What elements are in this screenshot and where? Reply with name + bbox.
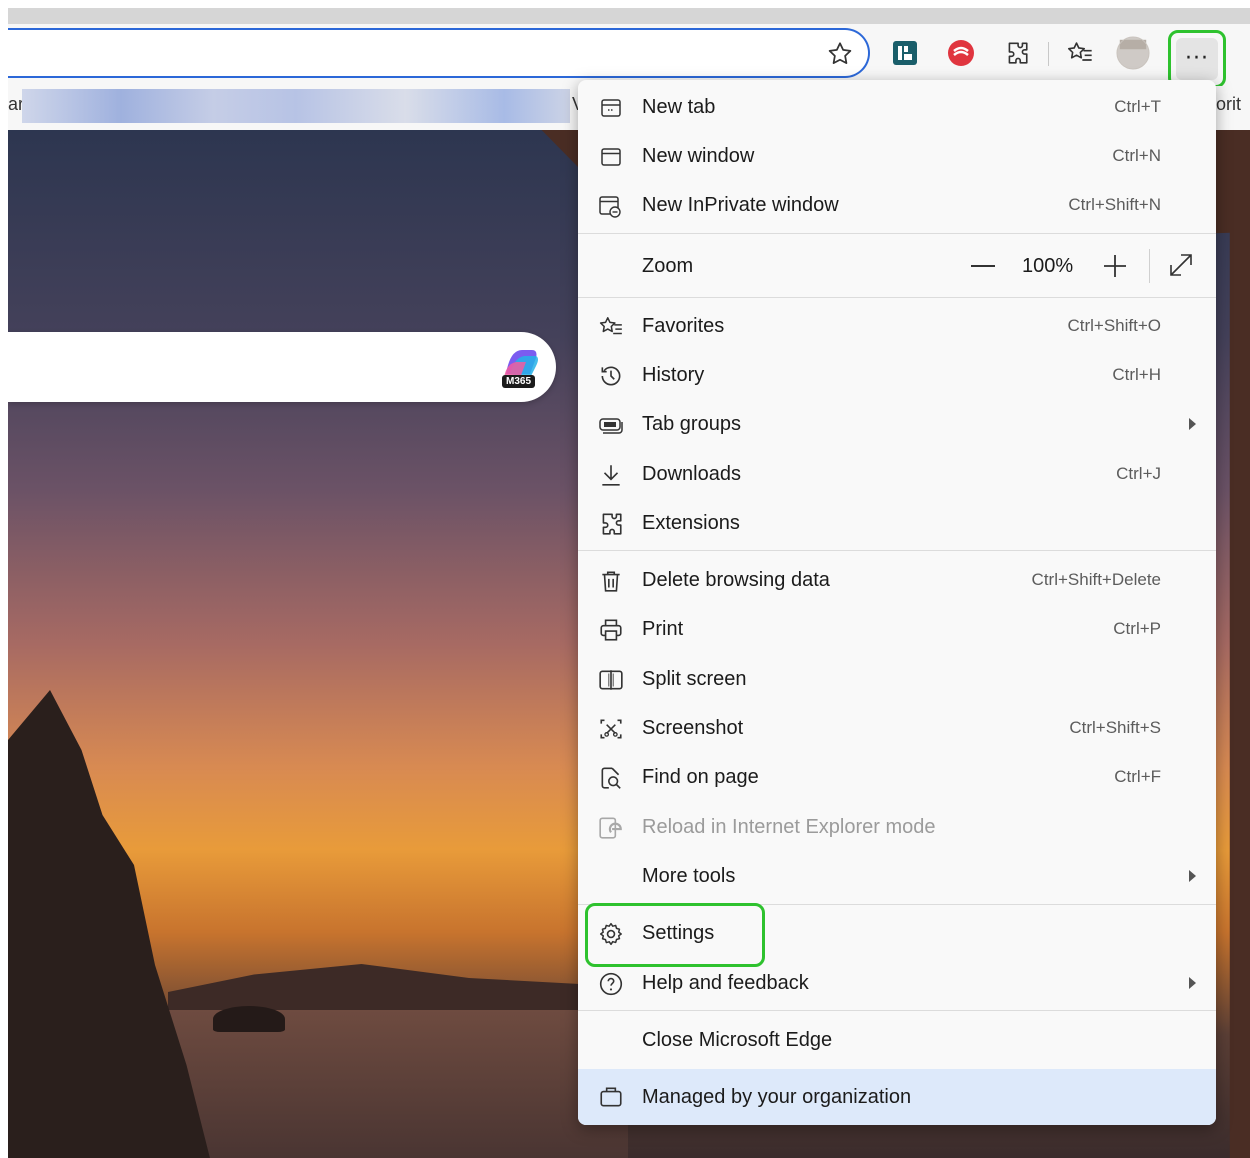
ie-mode-icon	[598, 815, 624, 841]
menu-item-find-on-page[interactable]: Find on page Ctrl+F	[578, 753, 1216, 801]
menu-item-label: Print	[642, 617, 684, 640]
menu-item-downloads[interactable]: Downloads Ctrl+J	[578, 450, 1216, 498]
history-icon	[598, 363, 624, 389]
menu-item-delete-browsing-data[interactable]: Delete browsing data Ctrl+Shift+Delete	[578, 556, 1216, 604]
help-icon	[598, 971, 624, 997]
menu-item-label: Reload in Internet Explorer mode	[642, 815, 936, 838]
favorites-icon	[598, 314, 624, 340]
menu-item-shortcut: Ctrl+T	[1114, 97, 1161, 116]
menu-item-label: New InPrivate window	[642, 193, 839, 216]
trash-icon	[598, 568, 624, 594]
tab-groups-icon	[598, 412, 624, 438]
more-icon[interactable]: ···	[1176, 38, 1218, 80]
zoom-label: Zoom	[642, 254, 694, 277]
menu-item-label: Favorites	[642, 314, 725, 337]
zoom-in-button[interactable]	[1102, 253, 1128, 279]
menu-item-label: Extensions	[642, 511, 740, 534]
menu-item-label: Screenshot	[642, 716, 744, 739]
cliff-silhouette	[8, 690, 218, 1158]
menu-item-managed-by-organization[interactable]: Managed by your organization	[578, 1069, 1216, 1125]
menu-item-more-tools[interactable]: More tools	[578, 852, 1216, 900]
m365-label: M365	[502, 375, 536, 388]
zoom-out-button[interactable]	[971, 265, 995, 267]
new-tab-icon	[598, 95, 624, 121]
extensions-icon	[598, 511, 624, 537]
menu-item-label: More tools	[642, 864, 736, 887]
extension-teal-icon[interactable]	[888, 36, 922, 70]
menu-item-shortcut: Ctrl+H	[1112, 365, 1161, 384]
address-bar[interactable]	[8, 28, 870, 78]
favorites-icon[interactable]	[1063, 36, 1097, 70]
menu-item-label: Close Microsoft Edge	[642, 1028, 833, 1051]
menu-item-settings[interactable]: Settings	[578, 903, 1216, 967]
menu-item-tab-groups[interactable]: Tab groups	[578, 400, 1216, 448]
menu-item-label: Find on page	[642, 765, 759, 788]
menu-item-history[interactable]: History Ctrl+H	[578, 351, 1216, 399]
search-box[interactable]: M365	[8, 332, 556, 402]
menu-item-label: Delete browsing data	[642, 568, 830, 591]
menu-item-label: Downloads	[642, 462, 741, 485]
find-icon	[598, 765, 624, 791]
add-favorite-star-icon[interactable]	[826, 40, 854, 68]
menu-item-label: History	[642, 363, 705, 386]
extension-red-icon[interactable]	[944, 36, 978, 70]
menu-item-print[interactable]: Print Ctrl+P	[578, 605, 1216, 653]
menu-item-favorites[interactable]: Favorites Ctrl+Shift+O	[578, 302, 1216, 350]
menu-item-zoom: Zoom 100%	[578, 241, 1216, 291]
menu-item-shortcut: Ctrl+F	[1114, 767, 1161, 786]
menu-item-close-edge[interactable]: Close Microsoft Edge	[578, 1016, 1216, 1064]
menu-item-label: Help and feedback	[642, 971, 809, 994]
menu-item-label: New window	[642, 144, 755, 167]
menu-item-shortcut: Ctrl+N	[1112, 146, 1161, 165]
downloads-icon	[598, 462, 624, 488]
submenu-arrow-icon	[1189, 418, 1196, 430]
briefcase-icon	[598, 1084, 624, 1110]
blurred-bookmarks	[22, 89, 570, 123]
menu-item-label: New tab	[642, 95, 716, 118]
submenu-arrow-icon	[1189, 977, 1196, 989]
menu-item-shortcut: Ctrl+Shift+S	[1069, 718, 1161, 737]
menu-item-shortcut: Ctrl+Shift+N	[1068, 195, 1161, 214]
menu-item-label: Managed by your organization	[642, 1085, 912, 1108]
menu-separator	[578, 297, 1216, 298]
menu-item-new-inprivate-window[interactable]: New InPrivate window Ctrl+Shift+N	[578, 181, 1216, 229]
menu-item-reload-ie-mode: Reload in Internet Explorer mode	[578, 803, 1216, 851]
screenshot-icon	[598, 716, 624, 742]
menu-item-shortcut: Ctrl+P	[1113, 619, 1161, 638]
copilot-m365-icon[interactable]: M365	[496, 344, 544, 390]
menu-item-label: Settings	[642, 921, 715, 944]
inprivate-icon	[598, 193, 624, 219]
menu-item-shortcut: Ctrl+J	[1116, 464, 1161, 483]
tab-strip	[8, 8, 1250, 24]
gear-icon	[598, 921, 624, 947]
profile-avatar[interactable]	[1116, 36, 1150, 70]
menu-item-split-screen[interactable]: Split screen	[578, 655, 1216, 703]
menu-item-label: Split screen	[642, 667, 747, 690]
menu-item-extensions[interactable]: Extensions	[578, 499, 1216, 547]
menu-separator	[578, 233, 1216, 234]
menu-item-shortcut: Ctrl+Shift+Delete	[1031, 570, 1161, 589]
menu-separator	[578, 550, 1216, 551]
split-screen-icon	[598, 667, 624, 693]
toolbar: ···	[8, 24, 1250, 88]
sea-rock	[213, 1006, 285, 1032]
submenu-arrow-icon	[1189, 870, 1196, 882]
print-icon	[598, 617, 624, 643]
fullscreen-icon[interactable]	[1167, 251, 1195, 279]
zoom-divider	[1149, 249, 1150, 283]
bookmark-fragment-right[interactable]: orit	[1216, 94, 1241, 115]
menu-item-label: Tab groups	[642, 412, 741, 435]
extensions-puzzle-icon[interactable]	[1000, 36, 1034, 70]
menu-item-new-window[interactable]: New window Ctrl+N	[578, 132, 1216, 180]
settings-menu: New tab Ctrl+T New window Ctrl+N New InP…	[578, 80, 1216, 1125]
menu-item-help-and-feedback[interactable]: Help and feedback	[578, 959, 1216, 1007]
menu-item-new-tab[interactable]: New tab Ctrl+T	[578, 83, 1216, 131]
menu-item-shortcut: Ctrl+Shift+O	[1067, 316, 1161, 335]
new-window-icon	[598, 144, 624, 170]
menu-separator	[578, 1010, 1216, 1011]
zoom-value: 100%	[1022, 254, 1074, 277]
toolbar-separator	[1048, 42, 1049, 66]
menu-item-screenshot[interactable]: Screenshot Ctrl+Shift+S	[578, 704, 1216, 752]
